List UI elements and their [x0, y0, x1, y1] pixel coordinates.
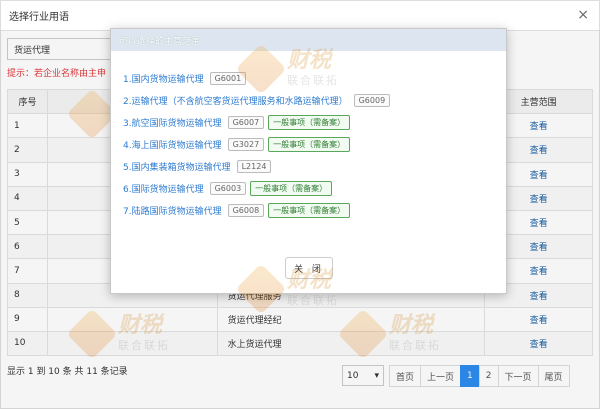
- scope-item-tag: 一般事项（需备案）: [268, 114, 351, 130]
- scope-item-code: G6009: [353, 93, 391, 107]
- scope-item-tag: 一般事项（需备案）: [268, 136, 351, 152]
- scope-item-label[interactable]: 3.航空国际货物运输代理: [123, 116, 222, 129]
- scope-item-label[interactable]: 6.国际货物运输代理: [123, 182, 204, 195]
- scope-item-label[interactable]: 1.国内货物运输代理: [123, 72, 204, 85]
- scope-item[interactable]: 3.航空国际货物运输代理 G6007 一般事项（需备案）: [123, 111, 494, 133]
- dialog-title: 可以选择的主营范围: [119, 36, 201, 47]
- scope-item-code: G6003: [209, 181, 247, 195]
- scope-item-label[interactable]: 7.陆路国际货物运输代理: [123, 204, 222, 217]
- modal-title: 选择行业用语: [9, 12, 69, 23]
- scope-item[interactable]: 1.国内货物运输代理 G6001: [123, 67, 494, 89]
- scope-item-tag: 一般事项（需备案）: [268, 202, 351, 218]
- scope-item[interactable]: 7.陆路国际货物运输代理 G6008 一般事项（需备案）: [123, 199, 494, 221]
- scope-item[interactable]: 6.国际货物运输代理 G6003 一般事项（需备案）: [123, 177, 494, 199]
- scope-item-tag: 一般事项（需备案）: [250, 180, 333, 196]
- modal-header: 选择行业用语: [1, 1, 599, 31]
- scope-item[interactable]: 2.运输代理（不含航空客货运代理服务和水路运输代理） G6009: [123, 89, 494, 111]
- scope-item-label[interactable]: 4.海上国际货物运输代理: [123, 138, 222, 151]
- scope-item-code: G6001: [209, 71, 247, 85]
- close-icon[interactable]: ×: [577, 8, 589, 22]
- scope-list: 1.国内货物运输代理 G6001 2.运输代理（不含航空客货运代理服务和水路运输代理…: [111, 51, 506, 221]
- dialog-header: 可以选择的主营范围: [111, 29, 506, 51]
- scope-item-code: G6007: [227, 115, 265, 129]
- scope-item[interactable]: 4.海上国际货物运输代理 G3027 一般事项（需备案）: [123, 133, 494, 155]
- scope-item-code: G6008: [227, 203, 265, 217]
- scope-item-code: G3027: [227, 137, 265, 151]
- scope-dialog: 可以选择的主营范围 1.国内货物运输代理 G6001 2.运输代理（不含航空客货运代…: [110, 28, 507, 294]
- scope-item[interactable]: 5.国内集装箱货物运输代理 L2124: [123, 155, 494, 177]
- scope-item-label[interactable]: 2.运输代理（不含航空客货运代理服务和水路运输代理）: [123, 94, 348, 107]
- scope-item-code: L2124: [236, 159, 272, 173]
- scope-item-label[interactable]: 5.国内集装箱货物运输代理: [123, 160, 231, 173]
- close-button[interactable]: 关 闭: [285, 257, 333, 279]
